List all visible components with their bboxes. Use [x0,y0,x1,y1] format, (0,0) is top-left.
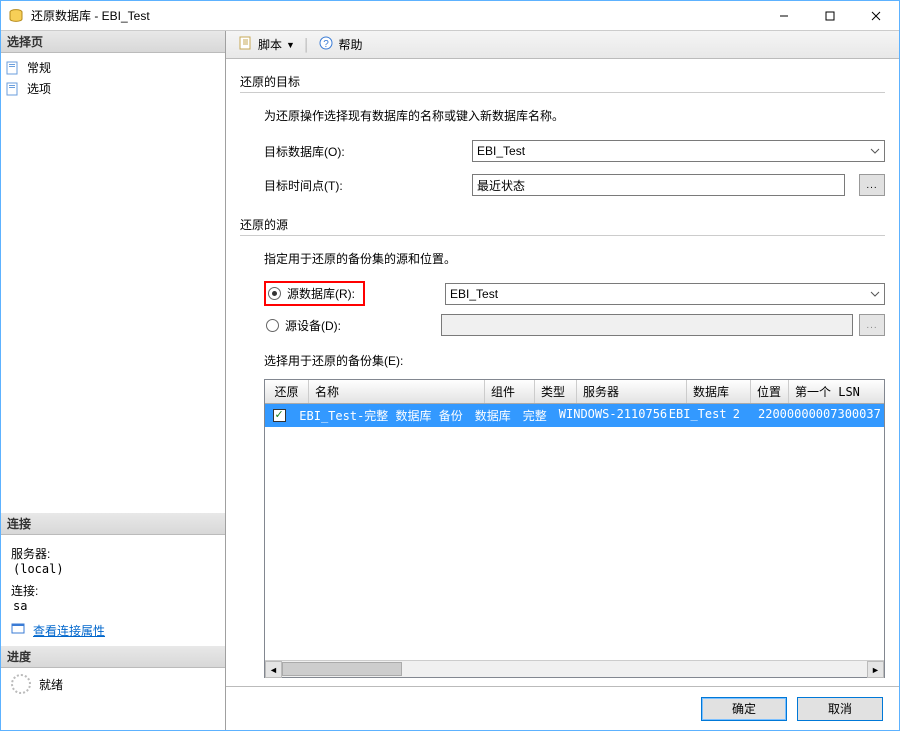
destination-group-title: 还原的目标 [240,73,885,93]
target-db-value: EBI_Test [477,144,525,158]
view-link-text: 查看连接属性 [33,622,105,639]
sidebar-item-options[interactable]: 选项 [1,78,225,99]
cell-server: WINDOWS-2110756 [553,404,663,427]
highlighted-source-db-radio: 源数据库(R): [264,281,365,306]
connection-label: 连接: [11,582,215,599]
script-button[interactable]: 脚本 ▼ [234,33,299,56]
col-database[interactable]: 数据库 [687,380,751,403]
col-type[interactable]: 类型 [535,380,577,403]
window-title: 还原数据库 - EBI_Test [31,7,761,24]
source-database-radio-label: 源数据库(R): [287,285,355,302]
target-db-combo[interactable]: EBI_Test [472,140,885,162]
source-db-value: EBI_Test [450,287,498,301]
connection-value: sa [13,599,215,613]
window-frame: 还原数据库 - EBI_Test 选择页 常规 [0,0,900,731]
minimize-button[interactable] [761,1,807,31]
time-browse-button[interactable]: ... [859,174,885,196]
source-device-radio[interactable] [266,319,279,332]
page-icon [5,81,21,97]
help-label: 帮助 [338,36,362,53]
progress-header: 进度 [1,646,225,668]
backup-sets-grid: 还原 名称 组件 类型 服务器 数据库 位置 第一个 LSN [264,379,885,678]
sidebar: 选择页 常规 选项 连接 服务器: (local [1,31,226,730]
titlebar: 还原数据库 - EBI_Test [1,1,899,31]
chevron-down-icon [868,144,882,158]
target-time-label: 目标时间点(T): [264,177,464,194]
view-connection-properties-link[interactable]: 查看连接属性 [11,621,215,640]
toolbar: 脚本 ▼ │ ? 帮助 [226,31,899,59]
sidebar-item-general[interactable]: 常规 [1,57,225,78]
main: 脚本 ▼ │ ? 帮助 还原的目标 为还原操作选择现有数据库的名称或键入新数据库… [226,31,899,730]
select-backup-sets-label: 选择用于还原的备份集(E): [264,352,885,369]
source-group-title: 还原的源 [240,216,885,236]
cell-database: EBI_Test [663,404,727,427]
dialog-footer: 确定 取消 [226,686,899,730]
cell-name: EBI_Test-完整 数据库 备份 [293,404,468,427]
progress-status-text: 就绪 [39,676,63,693]
target-time-value: 最近状态 [477,177,525,194]
server-value: (local) [13,562,215,576]
grid-row[interactable]: EBI_Test-完整 数据库 备份 数据库 完整 WINDOWS-211075… [265,404,884,427]
connection-header: 连接 [1,513,225,535]
sidebar-item-label: 常规 [27,59,51,76]
app-icon [7,7,25,25]
scroll-thumb[interactable] [282,662,402,676]
close-button[interactable] [853,1,899,31]
target-db-label: 目标数据库(O): [264,143,464,160]
connection-block: 服务器: (local) 连接: sa 查看连接属性 [1,535,225,646]
cell-position: 2 [727,404,752,427]
scroll-left-arrow[interactable]: ◄ [265,661,282,678]
scroll-right-arrow[interactable]: ► [867,661,884,678]
page-icon [5,60,21,76]
server-label: 服务器: [11,545,215,562]
cancel-button[interactable]: 取消 [797,697,883,721]
script-label: 脚本 [258,36,282,53]
select-page-header: 选择页 [1,31,225,53]
horizontal-scrollbar[interactable]: ◄ ► [265,660,884,677]
link-icon [11,621,27,640]
chevron-down-icon [868,287,882,301]
col-name[interactable]: 名称 [309,380,485,403]
col-component[interactable]: 组件 [485,380,535,403]
destination-info: 为还原操作选择现有数据库的名称或键入新数据库名称。 [264,107,885,124]
cell-type: 完整 [517,404,553,427]
cell-component: 数据库 [469,404,517,427]
target-time-box: 最近状态 [472,174,845,196]
source-db-combo[interactable]: EBI_Test [445,283,885,305]
grid-header: 还原 名称 组件 类型 服务器 数据库 位置 第一个 LSN [265,380,884,404]
script-icon [238,35,254,54]
cell-first-lsn: 22000000007300037 [752,404,884,427]
source-device-radio-label: 源设备(D): [285,317,341,334]
maximize-button[interactable] [807,1,853,31]
source-device-box [441,314,853,336]
row-restore-checkbox[interactable] [273,409,286,422]
window-controls [761,1,899,31]
source-info: 指定用于还原的备份集的源和位置。 [264,250,885,267]
col-server[interactable]: 服务器 [577,380,687,403]
progress-status-row: 就绪 [1,668,225,700]
svg-text:?: ? [324,39,330,50]
col-restore[interactable]: 还原 [265,380,309,403]
help-button[interactable]: ? 帮助 [314,33,366,56]
help-icon: ? [318,35,334,54]
sidebar-item-label: 选项 [27,80,51,97]
dropdown-arrow-icon: ▼ [286,40,295,50]
ok-button[interactable]: 确定 [701,697,787,721]
col-first-lsn[interactable]: 第一个 LSN [789,380,884,403]
device-browse-button[interactable]: ... [859,314,885,336]
col-position[interactable]: 位置 [751,380,789,403]
spinner-icon [11,674,31,694]
source-database-radio[interactable] [268,287,281,300]
